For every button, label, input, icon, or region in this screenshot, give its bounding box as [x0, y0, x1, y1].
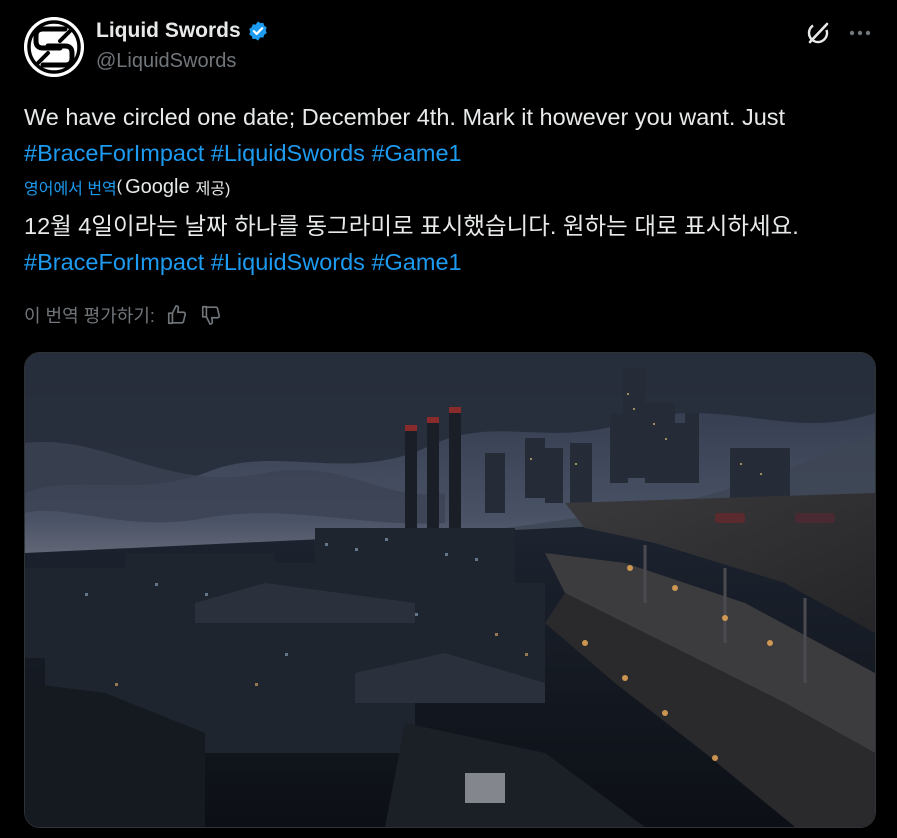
hashtag-link[interactable]: #Game1 [371, 140, 461, 166]
translated-hashtag-line: #BraceForImpact #LiquidSwords #Game1 [24, 244, 879, 280]
author-name-text[interactable]: Liquid Swords [96, 19, 241, 43]
grok-icon[interactable] [804, 19, 832, 47]
author-avatar[interactable] [24, 17, 84, 77]
author-display-name[interactable]: Liquid Swords [96, 19, 269, 43]
hashtag-link[interactable]: #Game1 [371, 249, 461, 275]
translated-from-link[interactable]: 영어에서 번역 [24, 175, 117, 199]
more-dots-icon[interactable] [846, 19, 874, 47]
author-handle[interactable]: @LiquidSwords [96, 50, 236, 73]
translated-body: 12월 4일이라는 날짜 하나를 동그라미로 표시했습니다. 원하는 대로 표시… [24, 208, 879, 280]
provided-by-label: 제공) [195, 181, 231, 198]
thumbs-up-icon[interactable] [165, 303, 189, 327]
liquid-swords-logo-icon [24, 17, 84, 77]
hashtag-link[interactable]: #BraceForImpact [24, 140, 204, 166]
thumbs-down-icon[interactable] [199, 303, 223, 327]
translation-attribution: 영어에서 번역(Google 제공) [24, 175, 230, 199]
hashtag-link[interactable]: #LiquidSwords [211, 140, 365, 166]
tweet-text-line: We have circled one date; December 4th. … [24, 104, 786, 130]
open-paren: ( [116, 178, 123, 195]
tweet-media-image[interactable] [24, 352, 876, 828]
rate-translation-row: 이 번역 평가하기: [24, 302, 223, 328]
hashtag-link[interactable]: #BraceForImpact [24, 249, 204, 275]
tweet-body: We have circled one date; December 4th. … [24, 99, 879, 171]
translated-text-line: 12월 4일이라는 날짜 하나를 동그라미로 표시했습니다. 원하는 대로 표시… [24, 213, 799, 239]
tweet-hashtag-line: #BraceForImpact #LiquidSwords #Game1 [24, 135, 879, 171]
hashtag-link[interactable]: #LiquidSwords [211, 249, 365, 275]
tweet-card: Liquid Swords @LiquidSwords We have circ… [0, 0, 897, 838]
verified-badge-icon[interactable] [247, 20, 269, 42]
google-wordmark: Google [125, 175, 190, 198]
industrial-city-night-image [25, 353, 875, 827]
rate-translation-label: 이 번역 평가하기: [24, 306, 155, 326]
